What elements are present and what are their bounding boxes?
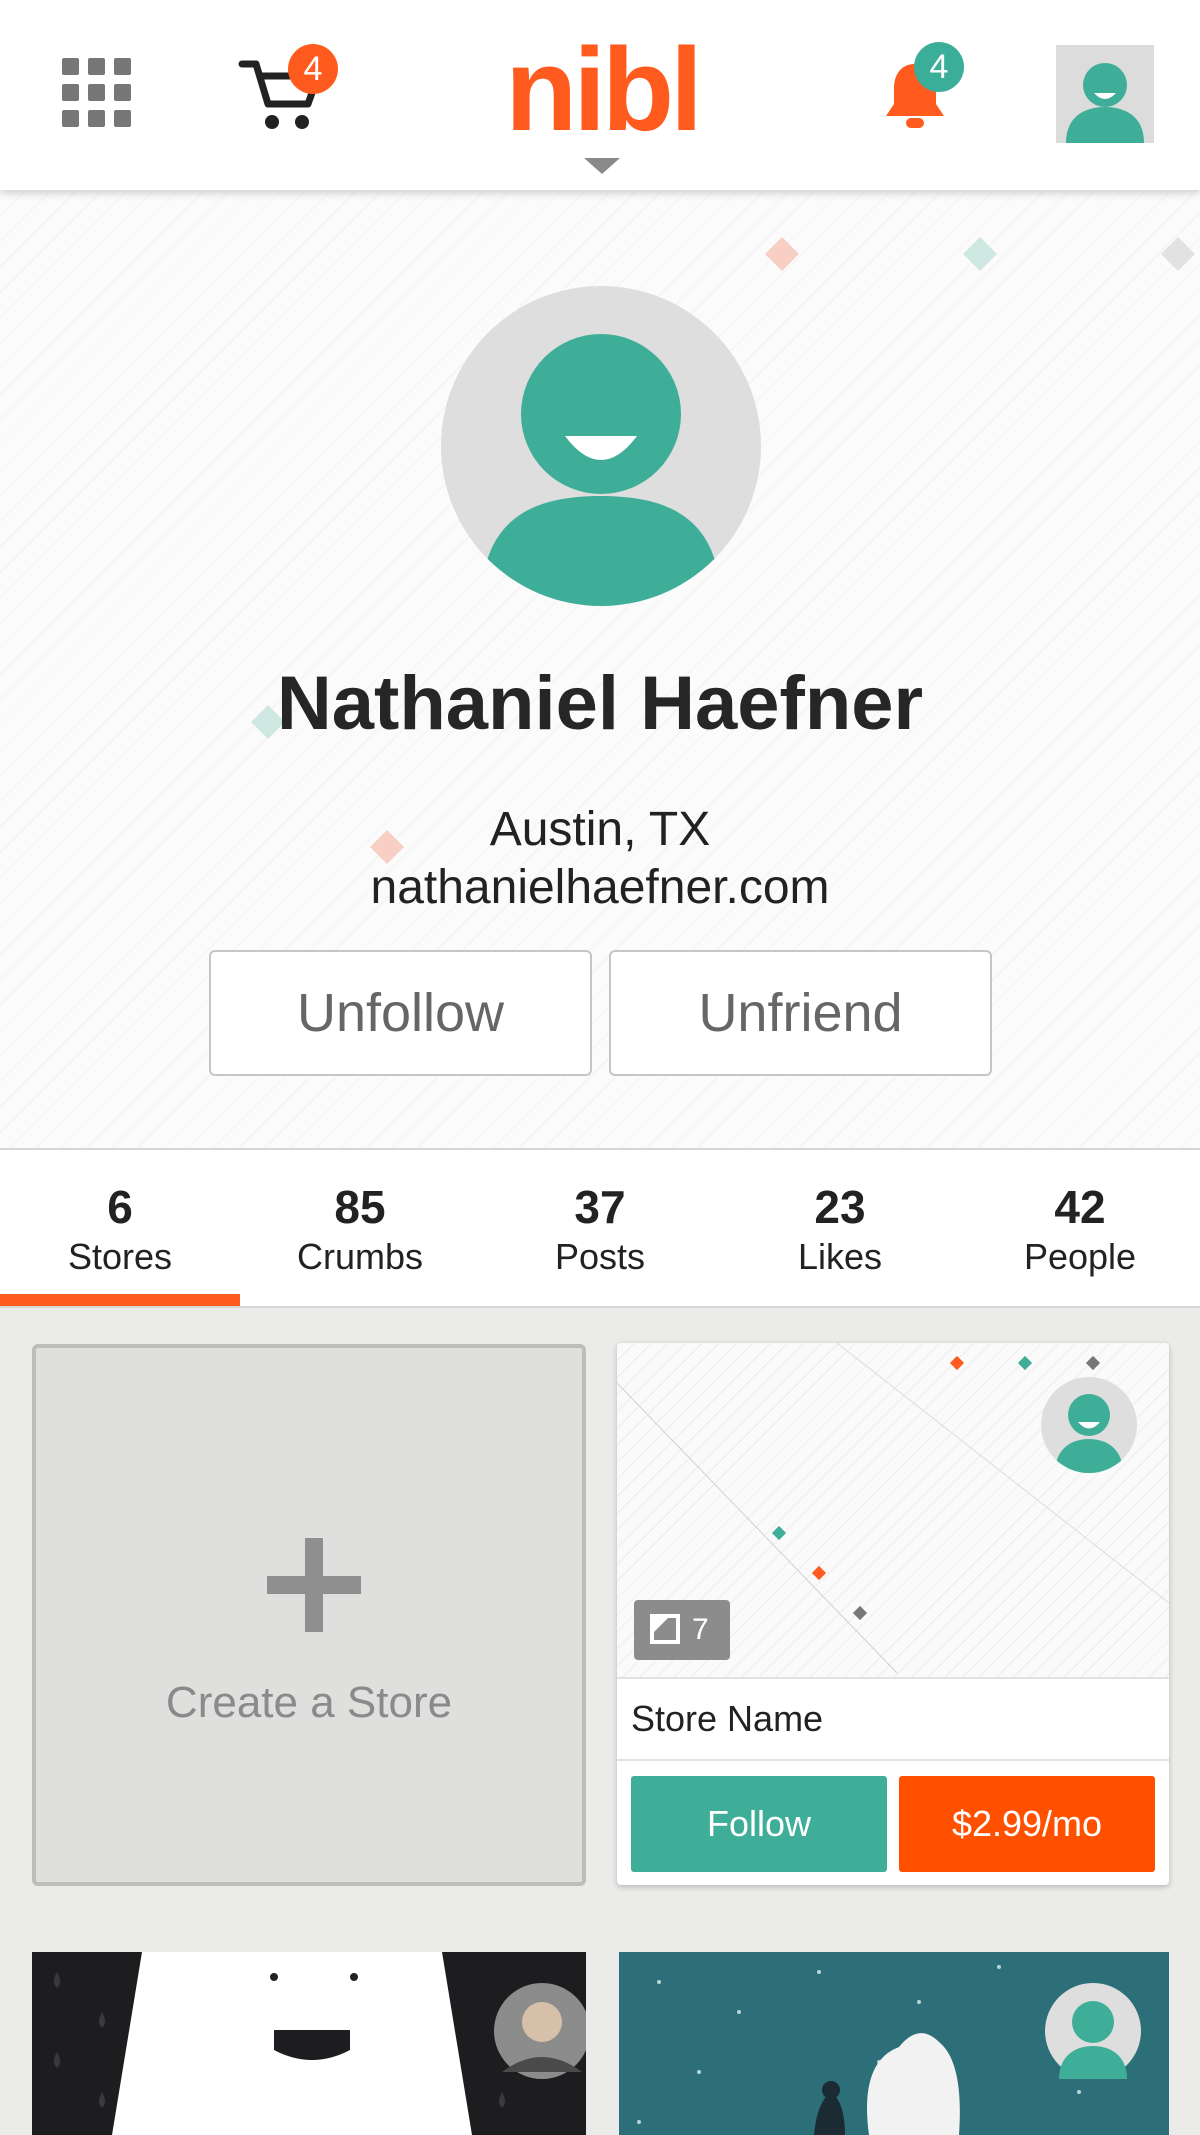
store-owner-avatar[interactable] xyxy=(1041,1377,1137,1473)
profile-name: Nathaniel Haefner xyxy=(276,661,924,746)
profile-hero: Nathaniel Haefner Austin, TX nathanielha… xyxy=(0,190,1200,1148)
store-name[interactable]: Store Name xyxy=(617,1677,1169,1761)
store-card[interactable]: 7 Store Name Follow $2.99/mo xyxy=(617,1343,1169,1885)
cart-button[interactable]: 4 xyxy=(238,44,348,140)
stat-value: 23 xyxy=(814,1181,866,1233)
stat-label: Posts xyxy=(554,1236,646,1277)
cart-count-badge: 4 xyxy=(288,44,338,94)
subscribe-price-button[interactable]: $2.99/mo xyxy=(899,1776,1155,1872)
create-store-label: Create a Store xyxy=(165,1678,453,1727)
stat-label: Likes xyxy=(797,1236,883,1277)
store-cover-image xyxy=(32,1952,586,2135)
stat-value: 6 xyxy=(107,1181,133,1233)
store-cover-image xyxy=(619,1952,1169,2135)
nibl-logo[interactable]: nibl xyxy=(498,30,706,150)
post-count: 7 xyxy=(692,1613,709,1646)
tab-crumbs[interactable]: 85 Crumbs xyxy=(240,1150,480,1308)
apps-grid-icon[interactable] xyxy=(62,58,132,128)
decor-diamond xyxy=(765,237,799,271)
top-app-bar: 4 nibl 4 xyxy=(0,0,1200,190)
active-tab-indicator xyxy=(0,1294,240,1306)
profile-avatar xyxy=(441,286,761,606)
follow-store-button[interactable]: Follow xyxy=(631,1776,887,1872)
profile-location: Austin, TX xyxy=(489,803,711,856)
notifications-button[interactable]: 4 xyxy=(880,42,980,138)
stat-value: 37 xyxy=(574,1181,626,1233)
logo-dropdown-caret-icon[interactable] xyxy=(584,158,620,174)
default-avatar-icon xyxy=(481,334,721,606)
default-avatar-icon xyxy=(1066,63,1144,143)
unfollow-button[interactable]: Unfollow xyxy=(209,950,592,1076)
stat-value: 42 xyxy=(1054,1181,1106,1233)
store-card[interactable] xyxy=(619,1952,1169,2135)
default-avatar-icon xyxy=(1055,1394,1123,1473)
decor-diamond xyxy=(1161,237,1195,271)
stat-value: 85 xyxy=(334,1181,386,1233)
tab-people[interactable]: 42 People xyxy=(960,1150,1200,1308)
unfriend-button[interactable]: Unfriend xyxy=(609,950,992,1076)
stat-label: Crumbs xyxy=(296,1236,424,1277)
profile-stats-tabs: 6 Stores 85 Crumbs 37 Posts 23 Likes 42 … xyxy=(0,1148,1200,1308)
tab-stores[interactable]: 6 Stores xyxy=(0,1150,240,1308)
store-card[interactable] xyxy=(32,1952,586,2135)
decor-diamond xyxy=(963,237,997,271)
stat-label: Stores xyxy=(67,1236,173,1277)
tab-likes[interactable]: 23 Likes xyxy=(720,1150,960,1308)
user-avatar[interactable] xyxy=(1056,45,1154,143)
tab-posts[interactable]: 37 Posts xyxy=(480,1150,720,1308)
post-icon xyxy=(650,1614,680,1644)
store-cover-image[interactable]: 7 xyxy=(617,1343,1169,1677)
notification-count-badge: 4 xyxy=(914,42,964,92)
create-store-tile[interactable]: Create a Store xyxy=(32,1344,586,1886)
plus-icon xyxy=(267,1576,361,1594)
profile-website-link[interactable]: nathanielhaefner.com xyxy=(0,860,1200,915)
stat-label: People xyxy=(1023,1236,1137,1277)
post-count-badge: 7 xyxy=(634,1600,730,1660)
